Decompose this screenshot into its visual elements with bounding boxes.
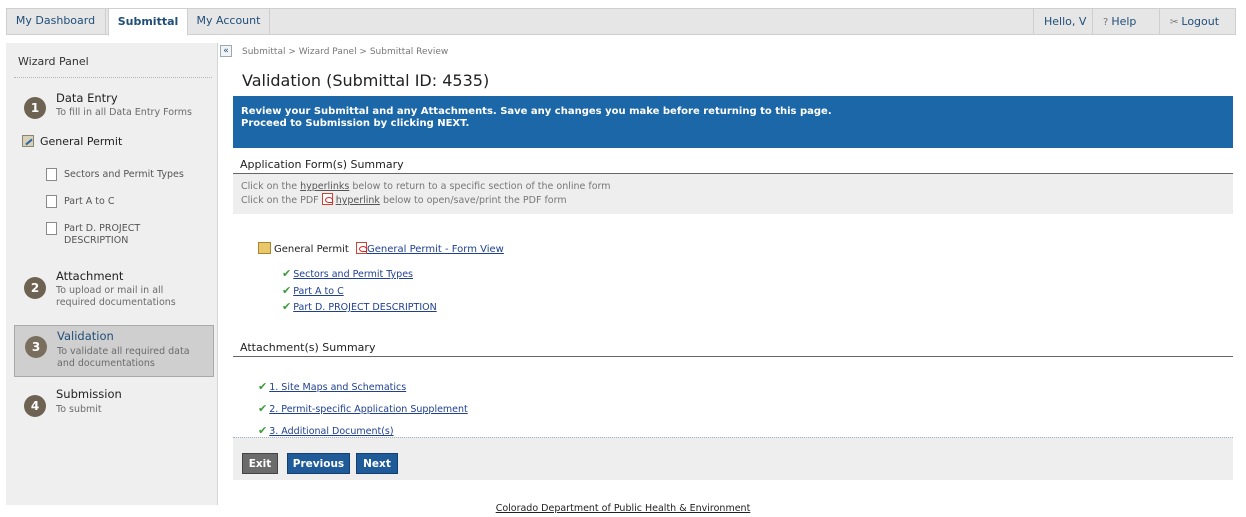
info-banner: Review your Submittal and any Attachment… bbox=[233, 96, 1233, 148]
exit-button[interactable]: Exit bbox=[242, 453, 278, 474]
form-section-link-row: ✔ Part A to C bbox=[282, 284, 344, 297]
general-permit-item[interactable]: General Permit bbox=[22, 135, 122, 148]
next-button[interactable]: Next bbox=[356, 453, 398, 474]
step-title: Validation bbox=[57, 329, 114, 343]
page-title: Validation (Submittal ID: 4535) bbox=[242, 71, 490, 90]
instruction-link-word: hyperlink bbox=[335, 195, 380, 206]
attachment-link[interactable]: 3. Additional Document(s) bbox=[269, 426, 393, 437]
form-section-link[interactable]: Part D. PROJECT DESCRIPTION bbox=[293, 302, 437, 313]
checkmark-icon: ✔ bbox=[282, 284, 292, 297]
collapse-panel-button[interactable]: « bbox=[220, 45, 232, 57]
previous-button[interactable]: Previous bbox=[287, 453, 350, 474]
banner-line: Proceed to Submission by clicking NEXT. bbox=[241, 118, 470, 129]
top-navigation: My Dashboard Submittal My Account Hello,… bbox=[0, 0, 1246, 40]
attachment-link[interactable]: 1. Site Maps and Schematics bbox=[269, 382, 406, 393]
help-link[interactable]: ? Help bbox=[1092, 8, 1146, 35]
step-title: Data Entry bbox=[56, 91, 118, 105]
application-summary-heading: Application Form(s) Summary bbox=[233, 152, 1233, 174]
step-validation[interactable]: 3 Validation To validate all required da… bbox=[14, 325, 214, 377]
divider bbox=[14, 77, 212, 78]
logout-label: Logout bbox=[1181, 15, 1220, 28]
instruction-line: Click on the hyperlinks below to return … bbox=[241, 180, 1233, 193]
checkmark-icon: ✔ bbox=[258, 402, 268, 415]
form-section-link-row: ✔ Part D. PROJECT DESCRIPTION bbox=[282, 300, 437, 313]
step-number: 2 bbox=[24, 277, 46, 299]
document-icon bbox=[46, 195, 57, 208]
instruction-link-word: hyperlinks bbox=[300, 181, 350, 192]
tab-submittal[interactable]: Submittal bbox=[108, 8, 188, 36]
footer-link[interactable]: Colorado Department of Public Health & E… bbox=[496, 503, 751, 514]
user-greeting[interactable]: Hello, V bbox=[1033, 8, 1096, 35]
step-desc: To validate all required data and docume… bbox=[57, 346, 190, 369]
form-label: Part D. PROJECT DESCRIPTION bbox=[64, 223, 141, 246]
step-number: 3 bbox=[25, 336, 47, 358]
instruction-line: Click on the PDF hyperlink below to open… bbox=[241, 193, 1233, 207]
attachment-link[interactable]: 2. Permit-specific Application Supplemen… bbox=[269, 404, 468, 415]
checkmark-icon: ✔ bbox=[282, 267, 292, 280]
step-attachment[interactable]: 2 Attachment To upload or mail in all re… bbox=[14, 265, 214, 315]
attachment-link-row: ✔ 3. Additional Document(s) bbox=[258, 424, 394, 437]
help-icon: ? bbox=[1103, 17, 1109, 28]
form-section-link[interactable]: Sectors and Permit Types bbox=[293, 269, 413, 280]
logout-icon: ✂ bbox=[1170, 17, 1179, 28]
folder-icon bbox=[258, 242, 271, 254]
form-label: Part A to C bbox=[64, 196, 115, 207]
document-icon bbox=[46, 222, 57, 235]
general-permit-label: General Permit bbox=[40, 135, 123, 148]
help-label: Help bbox=[1111, 15, 1137, 28]
attachment-summary-heading: Attachment(s) Summary bbox=[233, 335, 1233, 357]
breadcrumb: Submittal > Wizard Panel > Submittal Rev… bbox=[242, 47, 449, 57]
edit-form-icon bbox=[22, 135, 34, 147]
step-desc: To fill in all Data Entry Forms bbox=[56, 107, 192, 118]
form-summary-row: General Permit General Permit - Form Vie… bbox=[258, 242, 504, 255]
tab-my-account[interactable]: My Account bbox=[188, 8, 270, 35]
checkmark-icon: ✔ bbox=[258, 380, 268, 393]
step-desc: To upload or mail in all required docume… bbox=[56, 285, 176, 308]
form-label: Sectors and Permit Types bbox=[64, 169, 184, 180]
wizard-panel: Wizard Panel 1 Data Entry To fill in all… bbox=[6, 43, 218, 505]
step-title: Attachment bbox=[56, 269, 124, 283]
checkmark-icon: ✔ bbox=[258, 424, 268, 437]
wizard-panel-title: Wizard Panel bbox=[18, 55, 89, 68]
instruction-text: below to open/save/print the PDF form bbox=[379, 195, 567, 206]
attachment-link-row: ✔ 1. Site Maps and Schematics bbox=[258, 380, 406, 393]
form-section-link[interactable]: Part A to C bbox=[293, 286, 343, 297]
step-title: Submission bbox=[56, 387, 122, 401]
checkmark-icon: ✔ bbox=[282, 300, 292, 313]
pdf-icon bbox=[321, 193, 333, 205]
tab-my-dashboard[interactable]: My Dashboard bbox=[6, 8, 106, 35]
footer: Colorado Department of Public Health & E… bbox=[0, 503, 1246, 514]
form-name: General Permit bbox=[274, 244, 349, 255]
document-icon bbox=[46, 168, 57, 181]
instruction-text: below to return to a specific section of… bbox=[349, 181, 611, 192]
step-number: 4 bbox=[24, 395, 46, 417]
attachment-link-row: ✔ 2. Permit-specific Application Suppleme… bbox=[258, 402, 468, 415]
instruction-text: Click on the PDF bbox=[241, 195, 322, 206]
form-view-pdf-link[interactable]: General Permit - Form View bbox=[367, 244, 504, 255]
step-desc: To submit bbox=[56, 404, 102, 415]
step-data-entry[interactable]: 1 Data Entry To fill in all Data Entry F… bbox=[14, 87, 214, 131]
pdf-icon bbox=[355, 242, 367, 254]
form-section-link-row: ✔ Sectors and Permit Types bbox=[282, 267, 413, 280]
banner-line: Review your Submittal and any Attachment… bbox=[241, 106, 832, 117]
logout-link[interactable]: ✂ Logout bbox=[1159, 8, 1229, 35]
instruction-text: Click on the bbox=[241, 181, 301, 192]
instructions-panel: Click on the hyperlinks below to return … bbox=[233, 174, 1233, 214]
step-number: 1 bbox=[24, 97, 46, 119]
step-submission[interactable]: 4 Submission To submit bbox=[14, 383, 214, 423]
